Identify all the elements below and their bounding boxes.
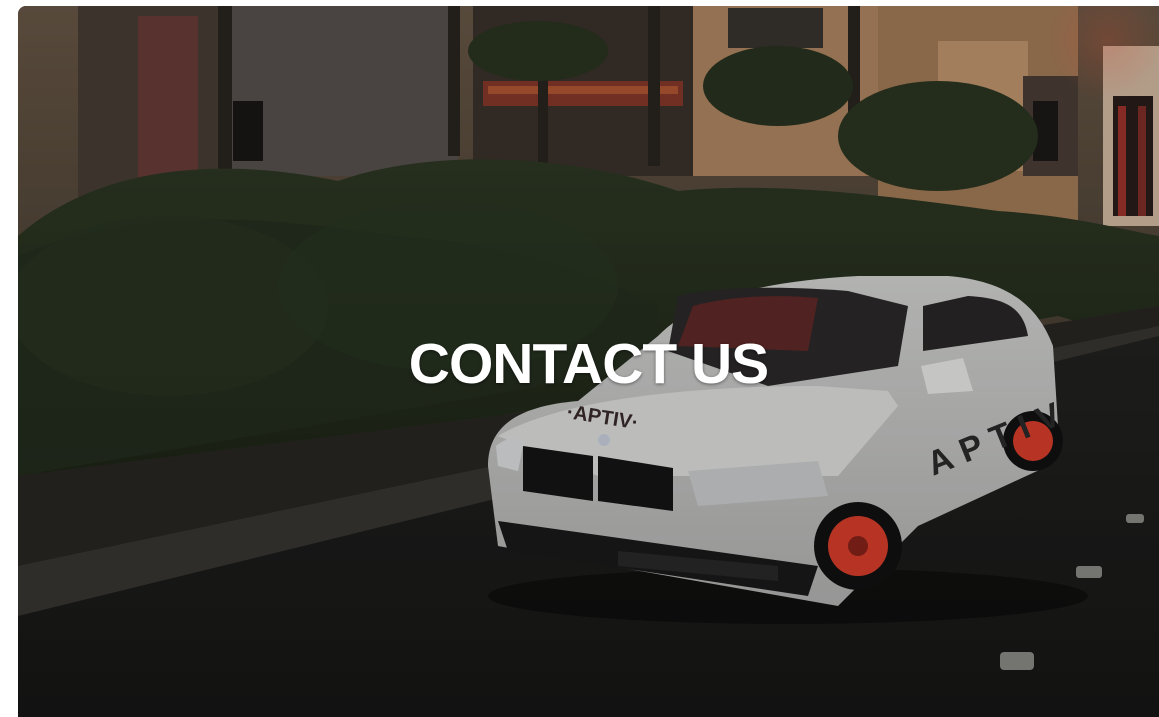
contact-hero-banner[interactable]: ·APTIV· APTIV CONTACT US xyxy=(18,6,1159,717)
hero-title: CONTACT US xyxy=(408,332,769,396)
